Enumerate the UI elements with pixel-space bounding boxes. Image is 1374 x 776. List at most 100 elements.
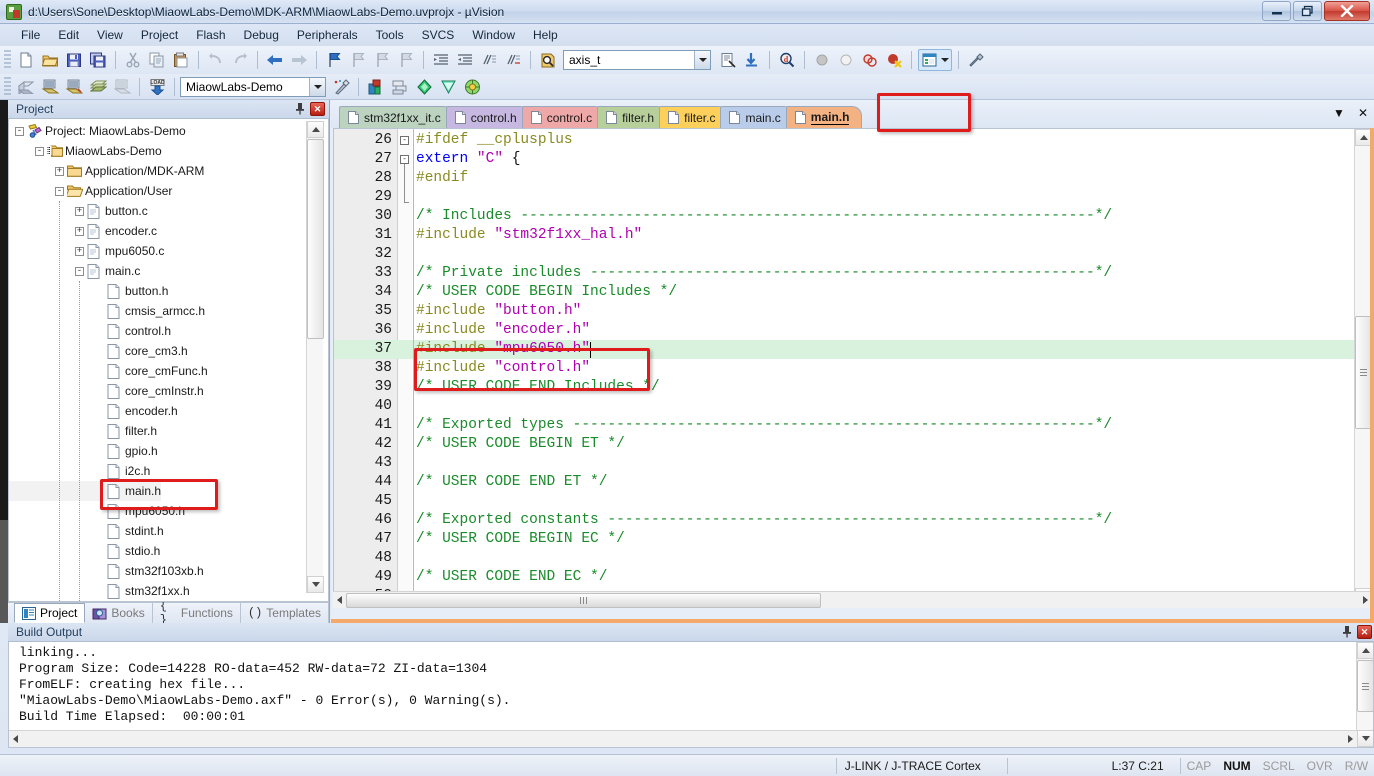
open-file-icon[interactable] <box>39 49 61 71</box>
find-combo[interactable]: axis_t <box>563 50 711 70</box>
editor-tab-main-h[interactable]: main.h <box>785 106 863 128</box>
code-line[interactable]: 32 <box>334 245 1371 264</box>
tree-item[interactable]: control.h <box>9 321 171 341</box>
code-line[interactable]: 26 #ifdef __cplusplus <box>334 131 1371 150</box>
manage-windows-icon[interactable] <box>918 49 952 71</box>
panel-tab-functions[interactable]: { } Functions <box>153 599 241 627</box>
scroll-thumb[interactable] <box>1357 660 1373 712</box>
code-line[interactable]: 35 #include "button.h" <box>334 302 1371 321</box>
scroll-down-button[interactable] <box>307 576 324 593</box>
tree-item[interactable]: encoder.h <box>9 401 178 421</box>
code-editor[interactable]: 26 #ifdef __cplusplus -27 extern "C" {-28 #e… <box>333 128 1372 606</box>
code-line[interactable]: 36 #include "encoder.h" <box>334 321 1371 340</box>
start-debug-grey-icon[interactable] <box>811 49 833 71</box>
configure-icon[interactable] <box>965 49 987 71</box>
close-icon[interactable]: ✕ <box>310 102 325 116</box>
cut-icon[interactable] <box>122 49 144 71</box>
menu-svcs[interactable]: SVCS <box>413 26 464 44</box>
menu-file[interactable]: File <box>12 26 49 44</box>
tree-item[interactable]: core_cm3.h <box>9 341 188 361</box>
build-output-body[interactable]: linking... Program Size: Code=14228 RO-da… <box>8 642 1374 748</box>
collapse-icon[interactable]: - <box>55 186 64 196</box>
toolbar-grip[interactable] <box>4 50 11 70</box>
batch-build-icon[interactable] <box>87 76 109 98</box>
code-line[interactable]: 43 <box>334 454 1371 473</box>
panel-tab-templates[interactable]: () Templates <box>241 603 329 623</box>
fold-toggle-icon[interactable]: - <box>400 136 409 145</box>
bookmark-toggle-icon[interactable] <box>323 49 345 71</box>
tree-item[interactable]: + encoder.c <box>9 221 157 241</box>
menu-edit[interactable]: Edit <box>49 26 88 44</box>
stop-build-icon[interactable] <box>111 76 133 98</box>
tree-item[interactable]: - Application/User <box>9 181 172 201</box>
scroll-left-button[interactable] <box>333 593 346 608</box>
tree-item[interactable]: stm32f103xb.h <box>9 561 204 581</box>
minimize-button[interactable] <box>1262 1 1291 21</box>
tree-item[interactable]: stm32f1xx.h <box>9 581 190 601</box>
tree-item[interactable]: gpio.h <box>9 441 158 461</box>
scroll-up-button[interactable] <box>307 121 324 138</box>
code-line[interactable]: 47 /* USER CODE BEGIN EC */ <box>334 530 1371 549</box>
tree-item[interactable]: cmsis_armcc.h <box>9 301 205 321</box>
manage-project-items-icon[interactable] <box>389 76 411 98</box>
code-line[interactable]: 29 <box>334 188 1371 207</box>
bookmark-prev-icon[interactable] <box>347 49 369 71</box>
scroll-left-button[interactable] <box>9 732 22 747</box>
menu-help[interactable]: Help <box>524 26 567 44</box>
indent-icon[interactable] <box>430 49 452 71</box>
rebuild-all-icon[interactable] <box>63 76 85 98</box>
close-icon[interactable]: ✕ <box>1357 625 1372 639</box>
build-output-vertical-scrollbar[interactable] <box>1356 642 1373 747</box>
save-icon[interactable] <box>63 49 85 71</box>
undo-icon[interactable] <box>205 49 227 71</box>
kill-all-breakpoints-icon[interactable] <box>883 49 905 71</box>
code-line[interactable]: 27 extern "C" { <box>334 150 1371 169</box>
code-line[interactable]: 37 #include "mpu6050.h" <box>334 340 1371 359</box>
redo-icon[interactable] <box>229 49 251 71</box>
multi-project-icon[interactable] <box>461 76 483 98</box>
tree-item[interactable]: - MiaowLabs-Demo <box>9 141 162 161</box>
copy-icon[interactable] <box>146 49 168 71</box>
download-to-flash-icon[interactable]: LOAD <box>146 76 168 98</box>
tree-item[interactable]: + button.c <box>9 201 148 221</box>
tree-item[interactable]: core_cmInstr.h <box>9 381 204 401</box>
editor-horizontal-scrollbar[interactable] <box>333 591 1372 608</box>
save-all-icon[interactable] <box>87 49 109 71</box>
scroll-right-button[interactable] <box>1344 732 1357 747</box>
collapse-icon[interactable]: - <box>35 146 44 156</box>
find-in-files-icon[interactable] <box>537 49 559 71</box>
code-line[interactable]: 28 #endif <box>334 169 1371 188</box>
code-line[interactable]: 39 /* USER CODE END Includes */ <box>334 378 1371 397</box>
scroll-up-button[interactable] <box>1357 642 1373 659</box>
menu-view[interactable]: View <box>88 26 132 44</box>
project-tree[interactable]: - Project: MiaowLabs-Demo - MiaowLabs-Demo +… <box>8 119 329 602</box>
build-target-icon[interactable] <box>39 76 61 98</box>
goto-definition-icon[interactable] <box>741 49 763 71</box>
code-line[interactable]: 40 <box>334 397 1371 416</box>
scroll-thumb[interactable] <box>307 139 324 339</box>
project-tree-scrollbar[interactable] <box>306 121 324 593</box>
stop-debug-grey-icon[interactable] <box>835 49 857 71</box>
collapse-icon[interactable]: - <box>15 126 24 136</box>
expand-icon[interactable]: + <box>55 166 64 176</box>
fold-toggle-icon[interactable]: - <box>400 155 409 164</box>
outdent-icon[interactable] <box>454 49 476 71</box>
expand-icon[interactable]: + <box>75 226 84 236</box>
find-combo-dropdown-icon[interactable] <box>694 51 710 69</box>
pack-installer-icon[interactable] <box>413 76 435 98</box>
menu-debug[interactable]: Debug <box>235 26 288 44</box>
run-time-environment-icon[interactable] <box>437 76 459 98</box>
editor-tab-control-h[interactable]: control.h <box>445 106 530 128</box>
tree-item[interactable]: main.h <box>9 481 162 501</box>
code-line[interactable]: 34 /* USER CODE BEGIN Includes */ <box>334 283 1371 302</box>
bookmark-clear-icon[interactable] <box>395 49 417 71</box>
editor-tab-filter-h[interactable]: filter.h <box>597 106 668 128</box>
paste-icon[interactable] <box>170 49 192 71</box>
tree-item[interactable]: + Application/MDK-ARM <box>9 161 204 181</box>
find-input[interactable]: axis_t <box>569 53 600 67</box>
code-line[interactable]: 44 /* USER CODE END ET */ <box>334 473 1371 492</box>
editor-tab-main-c[interactable]: main.c <box>720 106 794 128</box>
expand-icon[interactable]: + <box>75 246 84 256</box>
target-dropdown-icon[interactable] <box>309 77 325 96</box>
menu-peripherals[interactable]: Peripherals <box>288 26 367 44</box>
